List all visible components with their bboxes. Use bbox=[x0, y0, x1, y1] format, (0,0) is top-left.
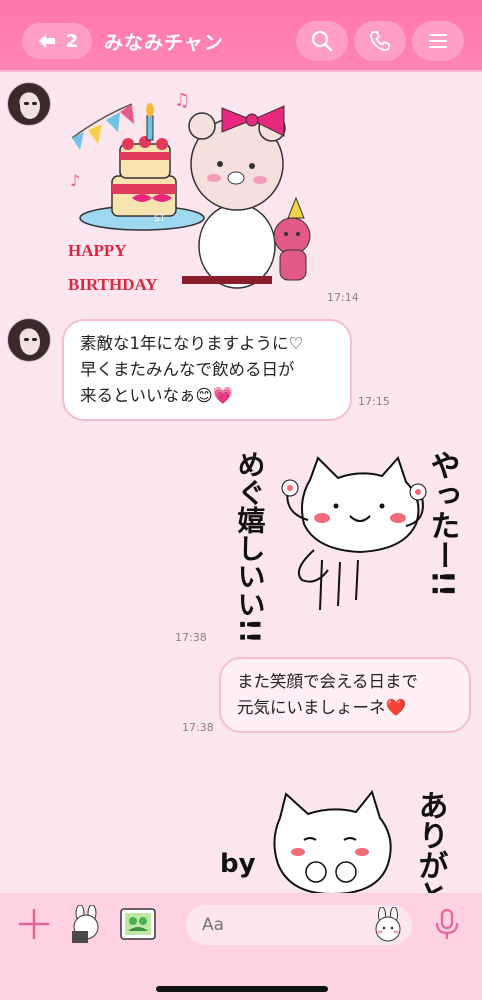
sticker-text-left: by bbox=[220, 849, 256, 879]
message-line: 早くまたみんなで飲める日が bbox=[80, 360, 295, 379]
menu-icon bbox=[429, 34, 447, 48]
sticker-icon[interactable] bbox=[66, 905, 106, 945]
message-line: 元気にいましょーネ❤️ bbox=[237, 698, 407, 717]
call-button[interactable] bbox=[354, 21, 406, 61]
back-button[interactable]: 2 bbox=[22, 23, 92, 59]
contact-avatar[interactable] bbox=[7, 318, 51, 362]
input-bar bbox=[0, 893, 482, 1000]
back-arrow-icon bbox=[38, 34, 55, 48]
svg-text:♪: ♪ bbox=[70, 171, 80, 190]
message-bubble-sent[interactable]: また笑顔で会える日まで 元気にいましょーネ❤️ bbox=[219, 657, 471, 733]
home-indicator bbox=[156, 986, 328, 992]
cake-badge: ST bbox=[154, 214, 166, 224]
timestamp: 17:38 bbox=[175, 631, 207, 644]
timestamp: 17:38 bbox=[182, 721, 214, 734]
mic-icon[interactable] bbox=[434, 908, 460, 940]
contact-avatar[interactable] bbox=[7, 82, 51, 126]
sticker-caption-2: BIRTHDAY bbox=[68, 275, 157, 294]
message-line: 素敵な1年になりますように♡ bbox=[80, 334, 304, 353]
svg-text:♫: ♫ bbox=[174, 90, 190, 111]
chat-header: 2 みなみチャン bbox=[0, 0, 482, 72]
message-bubble-received[interactable]: 素敵な1年になりますように♡ 早くまたみんなで飲める日が 来るといいなぁ😊💗 bbox=[62, 319, 352, 421]
search-icon bbox=[311, 30, 333, 52]
message-line: また笑顔で会える日まで bbox=[237, 672, 419, 691]
unread-count: 2 bbox=[65, 30, 79, 52]
phone-icon bbox=[370, 31, 390, 51]
sticker-caption: HAPPY bbox=[68, 241, 127, 260]
chat-title: みなみチャン bbox=[104, 32, 224, 54]
birthday-bear-sticker[interactable]: ♫ ♪ ST HAPPY BIRTHDAY bbox=[62, 86, 332, 306]
sticker-text-left: めぐ嬉しいい!! bbox=[234, 450, 267, 644]
timestamp: 17:14 bbox=[327, 291, 359, 304]
timestamp: 17:15 bbox=[358, 395, 390, 408]
happy-cat-sticker[interactable]: めぐ嬉しいい!! やったー!! bbox=[210, 420, 470, 650]
search-button[interactable] bbox=[296, 21, 348, 61]
photo-icon[interactable] bbox=[118, 905, 158, 945]
plus-icon[interactable] bbox=[17, 907, 51, 941]
message-line: 来るといいなぁ😊💗 bbox=[80, 386, 234, 405]
sticker-text-right: ありがと bbox=[413, 790, 448, 894]
emoji-icon[interactable] bbox=[370, 907, 406, 943]
sticker-text-right: やったー!! bbox=[425, 450, 460, 597]
thanks-cat-sticker[interactable]: ありがと by bbox=[220, 760, 482, 894]
menu-button[interactable] bbox=[412, 21, 464, 61]
